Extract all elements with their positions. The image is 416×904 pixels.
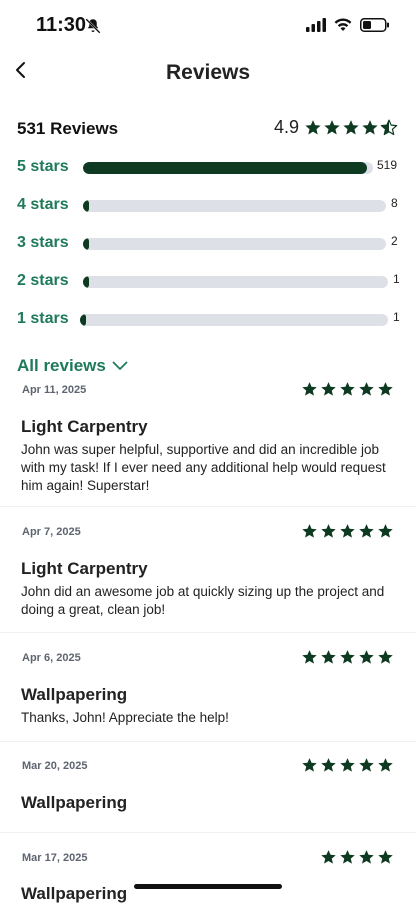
signal-icon — [306, 18, 326, 32]
review-stars — [301, 757, 394, 774]
breakdown-fill — [83, 238, 89, 250]
breakdown-row-3: 3 stars 2 — [17, 232, 406, 256]
star-icon — [340, 524, 355, 538]
breakdown-label: 1 stars — [17, 310, 69, 327]
star-icon — [378, 850, 393, 864]
breakdown-track — [83, 200, 386, 212]
breakdown-track — [83, 238, 386, 250]
divider — [0, 506, 416, 507]
review-stars — [320, 849, 394, 866]
breakdown-fill — [83, 162, 367, 174]
all-reviews-dropdown[interactable]: All reviews — [17, 356, 128, 376]
review-card: Apr 11, 2025 Light Carpentry John was su… — [0, 376, 416, 507]
star-icon — [321, 850, 336, 864]
star-icon — [305, 119, 321, 135]
breakdown-row-5: 5 stars 519 — [17, 156, 406, 180]
breakdown-fill — [80, 314, 86, 326]
bell-off-icon — [85, 18, 101, 34]
review-stars — [301, 381, 394, 398]
review-body: Thanks, John! Appreciate the help! — [21, 710, 229, 725]
review-title: Light Carpentry — [21, 417, 148, 436]
star-icon — [321, 650, 336, 664]
review-date: Mar 17, 2025 — [22, 852, 88, 864]
review-body: John did an awesome job at quickly sizin… — [21, 584, 385, 617]
status-time: 11:30 — [36, 14, 87, 36]
star-icon — [359, 850, 374, 864]
review-date: Apr 7, 2025 — [22, 526, 81, 538]
review-card: Apr 6, 2025 Wallpapering Thanks, John! A… — [0, 644, 416, 742]
star-icon — [321, 758, 336, 772]
breakdown-row-2: 2 stars 1 — [17, 270, 406, 294]
review-date: Mar 20, 2025 — [22, 760, 88, 772]
page-title: Reviews — [165, 61, 251, 84]
breakdown-count: 519 — [377, 158, 398, 172]
review-body: John was super helpful, supportive and d… — [21, 442, 386, 493]
breakdown-label: 5 stars — [17, 158, 69, 175]
breakdown-count: 2 — [391, 234, 398, 248]
rating-number: 4.9 — [273, 117, 299, 137]
breakdown-count: 1 — [393, 310, 400, 324]
star-icon — [324, 119, 340, 135]
chevron-down-icon — [112, 361, 128, 370]
star-icon — [378, 650, 393, 664]
star-icon — [302, 524, 317, 538]
star-icon — [302, 650, 317, 664]
review-title: Wallpapering — [21, 793, 128, 812]
star-icon — [340, 650, 355, 664]
star-icon — [340, 758, 355, 772]
wifi-icon — [334, 18, 352, 31]
all-reviews-label: All reviews — [17, 356, 106, 375]
star-icon — [321, 382, 336, 396]
review-title: Light Carpentry — [21, 559, 148, 578]
battery-icon — [360, 18, 389, 32]
star-icon — [340, 382, 355, 396]
rating-stars — [304, 119, 398, 137]
star-icon — [378, 382, 393, 396]
breakdown-label: 2 stars — [17, 272, 69, 289]
divider — [0, 741, 416, 742]
breakdown-track — [80, 314, 388, 326]
breakdown-fill — [83, 276, 89, 288]
star-icon — [359, 524, 374, 538]
breakdown-row-4: 4 stars 8 — [17, 194, 406, 218]
review-date: Apr 6, 2025 — [22, 652, 81, 664]
breakdown-label: 4 stars — [17, 196, 69, 213]
star-icon — [378, 524, 393, 538]
home-indicator[interactable] — [134, 884, 282, 889]
breakdown-count: 1 — [393, 272, 400, 286]
star-icon — [343, 119, 359, 135]
breakdown-row-1: 1 stars 1 — [17, 308, 406, 332]
star-icon — [359, 650, 374, 664]
review-title: Wallpapering — [21, 685, 128, 704]
review-card: Apr 7, 2025 Light Carpentry John did an … — [0, 518, 416, 633]
review-title: Wallpapering — [21, 884, 128, 903]
star-icon — [378, 758, 393, 772]
breakdown-track — [83, 162, 373, 174]
star-icon — [321, 524, 336, 538]
breakdown-label: 3 stars — [17, 234, 69, 251]
review-card: Mar 17, 2025 Wallpapering — [0, 844, 416, 903]
review-date: Apr 11, 2025 — [22, 384, 87, 396]
star-icon — [362, 119, 378, 135]
divider — [0, 632, 416, 633]
review-count: 531 Reviews — [17, 119, 119, 138]
star-icon — [302, 382, 317, 396]
star-icon — [359, 382, 374, 396]
review-card: Mar 20, 2025 Wallpapering — [0, 752, 416, 833]
review-stars — [301, 523, 394, 540]
average-rating: 4.9 — [274, 117, 398, 138]
breakdown-fill — [83, 200, 89, 212]
divider — [0, 832, 416, 833]
review-stars — [301, 649, 394, 666]
breakdown-track — [83, 276, 388, 288]
star-icon — [340, 850, 355, 864]
breakdown-count: 8 — [391, 196, 398, 210]
star-icon — [359, 758, 374, 772]
status-icons — [306, 18, 390, 32]
star-half-icon — [380, 119, 398, 135]
star-icon — [302, 758, 317, 772]
